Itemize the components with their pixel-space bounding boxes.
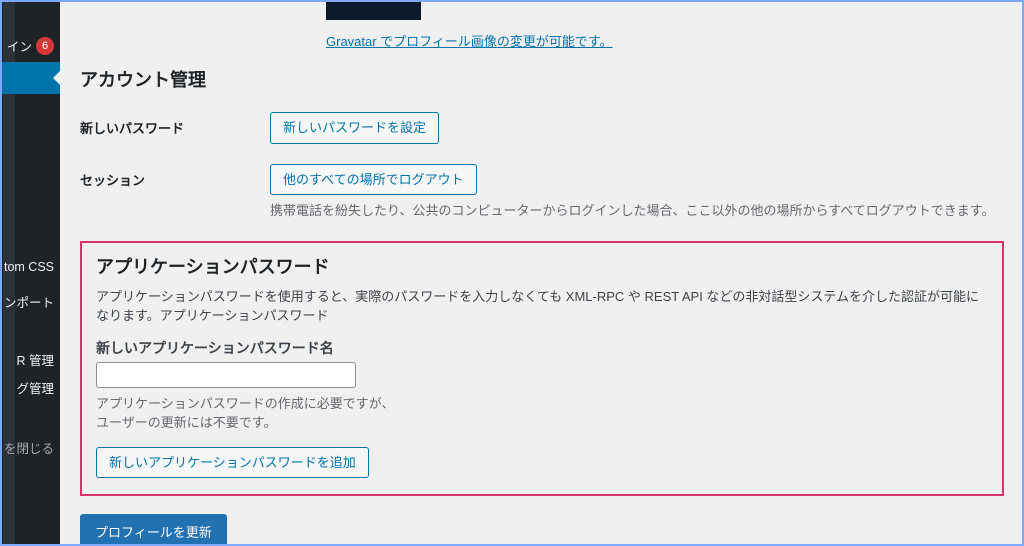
avatar <box>326 0 421 20</box>
app-password-help-2: ユーザーの更新には不要です。 <box>96 415 276 430</box>
sidebar-item-users-active[interactable] <box>0 62 60 94</box>
generate-password-button[interactable]: 新しいパスワードを設定 <box>270 112 439 144</box>
row-sessions: セッション 他のすべての場所でログアウト 携帯電話を紛失したり、公共のコンピュー… <box>80 164 1004 221</box>
sidebar-label: ンポート <box>4 292 54 311</box>
update-profile-button[interactable]: プロフィールを更新 <box>80 514 227 546</box>
gravatar-link[interactable]: Gravatar でプロフィール画像の変更が可能です。 <box>326 31 613 50</box>
active-pointer-icon <box>45 70 60 86</box>
collapse-menu-icon: ◀ <box>0 440 1 456</box>
session-label: セッション <box>80 164 270 189</box>
main-content: Gravatar でプロフィール画像の変更が可能です。 アカウント管理 新しいパ… <box>60 0 1024 546</box>
application-passwords-section: アプリケーションパスワード アプリケーションパスワードを使用すると、実際のパスワ… <box>80 241 1004 497</box>
session-description: 携帯電話を紛失したり、公共のコンピューターからログインした場合、ここ以外の他の場… <box>270 201 1004 221</box>
account-heading: アカウント管理 <box>80 66 1004 92</box>
sidebar-item-import[interactable]: ンポート <box>0 284 60 319</box>
sidebar-item-tag-admin[interactable]: グ管理 <box>0 370 60 405</box>
sidebar-label: R 管理 <box>16 350 54 369</box>
sidebar-collapse[interactable]: ◀ を閉じる <box>0 430 60 465</box>
new-password-label: 新しいパスワード <box>80 112 270 137</box>
app-passwords-intro: アプリケーションパスワードを使用すると、実際のパスワードを入力しなくても XML… <box>96 287 988 326</box>
sidebar-label: を閉じる <box>4 438 54 457</box>
sidebar-item-plugins[interactable]: イン 6 <box>0 28 60 63</box>
app-password-help-1: アプリケーションパスワードの作成に必要ですが、 <box>96 396 394 411</box>
sidebar-item-custom-css[interactable]: tom CSS <box>0 252 60 282</box>
app-passwords-heading: アプリケーションパスワード <box>96 253 988 279</box>
app-password-name-input[interactable] <box>96 362 356 388</box>
sidebar-label: tom CSS <box>4 260 54 274</box>
logout-everywhere-button[interactable]: 他のすべての場所でログアウト <box>270 164 477 196</box>
app-password-name-label: 新しいアプリケーションパスワード名 <box>96 338 988 358</box>
add-app-password-button[interactable]: 新しいアプリケーションパスワードを追加 <box>96 447 369 479</box>
sidebar-label: イン <box>7 36 32 55</box>
admin-sidebar: イン 6 tom CSS ンポート R 管理 グ管理 ◀ を閉じる <box>0 0 60 546</box>
sidebar-label: グ管理 <box>16 378 54 397</box>
plugins-update-badge: 6 <box>36 37 54 55</box>
row-new-password: 新しいパスワード 新しいパスワードを設定 <box>80 112 1004 144</box>
